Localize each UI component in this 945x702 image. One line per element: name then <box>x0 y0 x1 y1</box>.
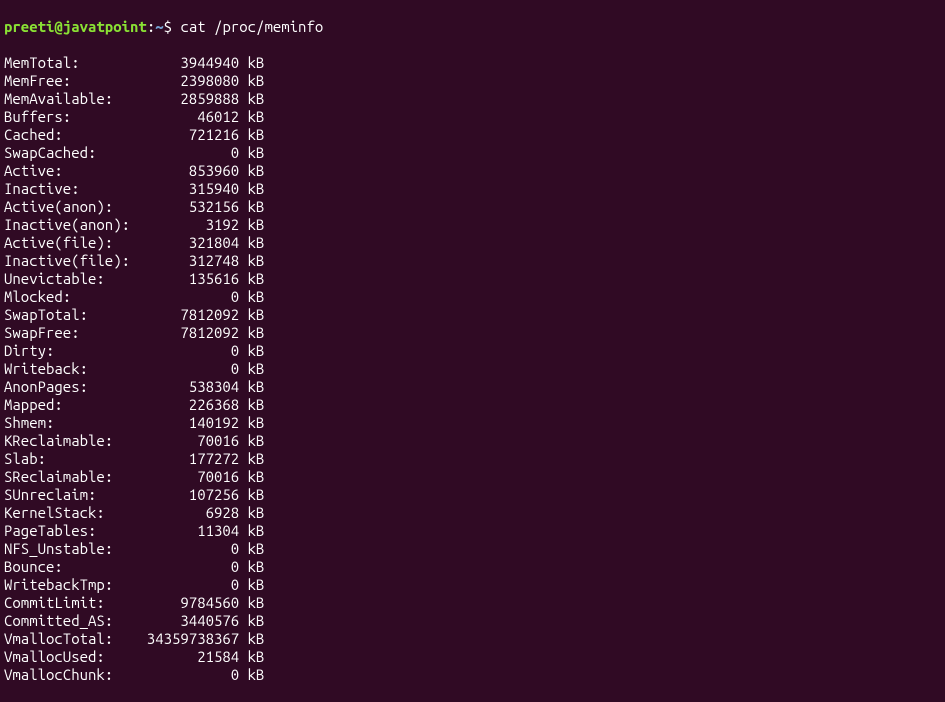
meminfo-row: SUnreclaim: 107256 kB <box>4 486 941 504</box>
meminfo-row: Inactive: 315940 kB <box>4 180 941 198</box>
prompt-dollar: $ <box>164 18 181 35</box>
meminfo-row: Active: 853960 kB <box>4 162 941 180</box>
meminfo-row: MemFree: 2398080 kB <box>4 72 941 90</box>
meminfo-row: Committed_AS: 3440576 kB <box>4 612 941 630</box>
prompt-line: preeti@javatpoint:~$ cat /proc/meminfo <box>4 18 941 36</box>
meminfo-row: SReclaimable: 70016 kB <box>4 468 941 486</box>
meminfo-row: VmallocChunk: 0 kB <box>4 666 941 684</box>
meminfo-row: AnonPages: 538304 kB <box>4 378 941 396</box>
prompt-colon: : <box>147 18 155 35</box>
meminfo-row: SwapCached: 0 kB <box>4 144 941 162</box>
meminfo-row: Buffers: 46012 kB <box>4 108 941 126</box>
prompt-cwd: ~ <box>155 18 163 35</box>
meminfo-row: WritebackTmp: 0 kB <box>4 576 941 594</box>
meminfo-row: Mlocked: 0 kB <box>4 288 941 306</box>
meminfo-row: Active(file): 321804 kB <box>4 234 941 252</box>
meminfo-row: CommitLimit: 9784560 kB <box>4 594 941 612</box>
meminfo-row: Dirty: 0 kB <box>4 342 941 360</box>
meminfo-row: VmallocUsed: 21584 kB <box>4 648 941 666</box>
meminfo-row: Inactive(file): 312748 kB <box>4 252 941 270</box>
meminfo-row: Unevictable: 135616 kB <box>4 270 941 288</box>
meminfo-row: Slab: 177272 kB <box>4 450 941 468</box>
meminfo-row: PageTables: 11304 kB <box>4 522 941 540</box>
prompt-user-host: preeti@javatpoint <box>4 18 147 35</box>
meminfo-output: MemTotal: 3944940 kBMemFree: 2398080 kBM… <box>4 54 941 684</box>
meminfo-row: KernelStack: 6928 kB <box>4 504 941 522</box>
meminfo-row: Cached: 721216 kB <box>4 126 941 144</box>
meminfo-row: KReclaimable: 70016 kB <box>4 432 941 450</box>
meminfo-row: MemAvailable: 2859888 kB <box>4 90 941 108</box>
meminfo-row: MemTotal: 3944940 kB <box>4 54 941 72</box>
meminfo-row: Shmem: 140192 kB <box>4 414 941 432</box>
meminfo-row: NFS_Unstable: 0 kB <box>4 540 941 558</box>
meminfo-row: Bounce: 0 kB <box>4 558 941 576</box>
terminal-output[interactable]: preeti@javatpoint:~$ cat /proc/meminfo M… <box>4 0 941 702</box>
meminfo-row: Inactive(anon): 3192 kB <box>4 216 941 234</box>
meminfo-row: SwapTotal: 7812092 kB <box>4 306 941 324</box>
command-text: cat /proc/meminfo <box>180 18 323 35</box>
meminfo-row: Mapped: 226368 kB <box>4 396 941 414</box>
meminfo-row: Writeback: 0 kB <box>4 360 941 378</box>
meminfo-row: VmallocTotal: 34359738367 kB <box>4 630 941 648</box>
meminfo-row: SwapFree: 7812092 kB <box>4 324 941 342</box>
meminfo-row: Active(anon): 532156 kB <box>4 198 941 216</box>
